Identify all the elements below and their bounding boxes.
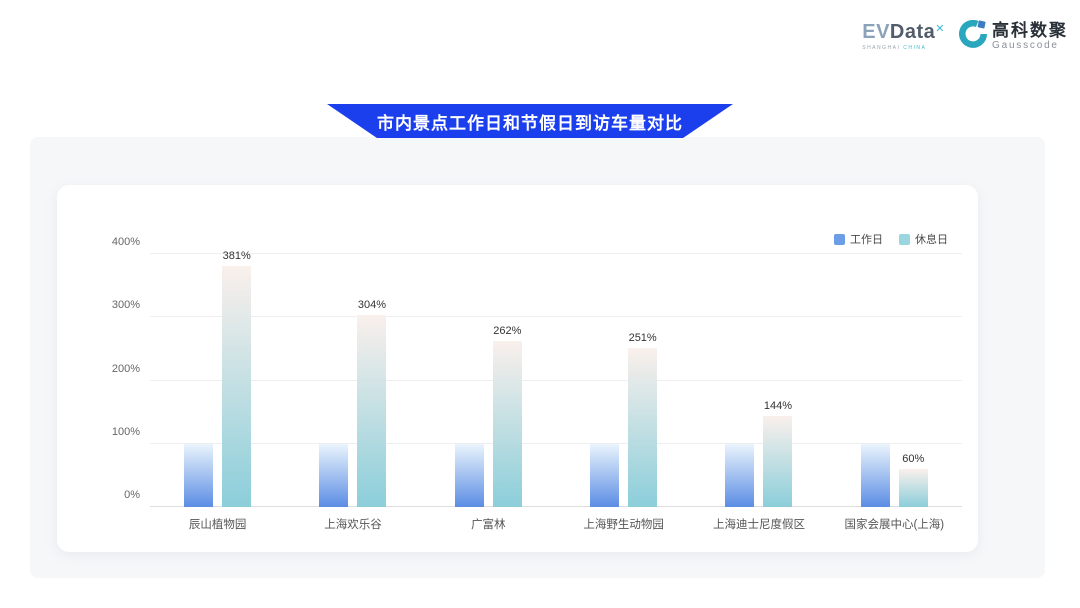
x-axis-category-label: 上海迪士尼度假区 bbox=[713, 516, 805, 532]
bar-groups: 381%辰山植物园304%上海欢乐谷262%广富林251%上海野生动物园144%… bbox=[150, 254, 962, 507]
bar-value-label: 144% bbox=[764, 400, 792, 412]
x-axis-category-label: 上海欢乐谷 bbox=[324, 516, 382, 532]
bar-value-label: 381% bbox=[223, 250, 251, 262]
gausscode-en-label: Gausscode bbox=[992, 40, 1068, 51]
bar-restday: 144% bbox=[763, 416, 792, 507]
y-axis-tick-label: 100% bbox=[80, 426, 140, 438]
bar-workday bbox=[319, 444, 348, 507]
evdata-data-text: Data bbox=[890, 21, 935, 43]
chart-card: 工作日休息日 0%100%200%300%400%381%辰山植物园304%上海… bbox=[57, 185, 978, 552]
bar-value-label: 60% bbox=[902, 453, 924, 465]
evdata-tagline-left: SHANGHAI bbox=[862, 45, 900, 51]
bar-group: 144%上海迪士尼度假区 bbox=[691, 254, 826, 507]
x-axis-category-label: 广富林 bbox=[471, 516, 506, 532]
bar-restday: 262% bbox=[493, 341, 522, 507]
bar-workday bbox=[590, 444, 619, 507]
banner-title: 市内景点工作日和节假日到访车量对比 bbox=[377, 109, 683, 134]
gausscode-text: 高科数聚 Gausscode bbox=[992, 22, 1068, 51]
bar-restday: 60% bbox=[899, 469, 928, 507]
legend-item[interactable]: 工作日 bbox=[834, 231, 883, 247]
x-axis-category-label: 国家会展中心(上海) bbox=[844, 516, 944, 532]
chart-plot: 0%100%200%300%400%381%辰山植物园304%上海欢乐谷262%… bbox=[150, 254, 962, 507]
bar-group: 251%上海野生动物园 bbox=[556, 254, 691, 507]
legend-item[interactable]: 休息日 bbox=[899, 231, 948, 247]
gausscode-g-icon bbox=[959, 20, 987, 53]
bar-restday: 251% bbox=[628, 348, 657, 507]
evdata-tagline-right: CHINA bbox=[903, 45, 926, 51]
evdata-wordmark: EVData✕ bbox=[862, 22, 945, 42]
bar-value-label: 304% bbox=[358, 299, 386, 311]
y-axis-tick-label: 400% bbox=[80, 236, 140, 248]
gausscode-cn-label: 高科数聚 bbox=[992, 22, 1068, 40]
x-axis-category-label: 上海野生动物园 bbox=[583, 516, 664, 532]
evdata-tagline: SHANGHAI CHINA bbox=[862, 45, 926, 51]
chart-legend: 工作日 休息日 bbox=[834, 231, 948, 247]
evdata-ev-text: EV bbox=[862, 21, 890, 43]
y-axis-tick-label: 0% bbox=[80, 489, 140, 501]
bar-group: 60%国家会展中心(上海) bbox=[827, 254, 962, 507]
y-axis-tick-label: 200% bbox=[80, 363, 140, 375]
bar-restday: 304% bbox=[357, 315, 386, 507]
title-banner: 市内景点工作日和节假日到访车量对比 bbox=[327, 104, 733, 138]
legend-swatch-icon bbox=[834, 234, 845, 245]
bar-value-label: 262% bbox=[493, 325, 521, 337]
bar-workday bbox=[455, 444, 484, 507]
gausscode-logo: 高科数聚 Gausscode bbox=[959, 20, 1068, 53]
bar-group: 304%上海欢乐谷 bbox=[285, 254, 420, 507]
bar-group: 262%广富林 bbox=[421, 254, 556, 507]
evdata-x-icon: ✕ bbox=[935, 23, 945, 35]
bar-restday: 381% bbox=[222, 266, 251, 507]
x-axis-category-label: 辰山植物园 bbox=[189, 516, 247, 532]
bar-workday bbox=[861, 444, 890, 507]
bar-workday bbox=[725, 444, 754, 507]
legend-swatch-icon bbox=[899, 234, 910, 245]
header-logos: EVData✕ SHANGHAI CHINA 高科数聚 Gausscode bbox=[862, 20, 1068, 53]
y-axis-tick-label: 300% bbox=[80, 299, 140, 311]
evdata-logo: EVData✕ SHANGHAI CHINA bbox=[862, 22, 945, 51]
bar-workday bbox=[184, 444, 213, 507]
bar-group: 381%辰山植物园 bbox=[150, 254, 285, 507]
legend-label: 休息日 bbox=[915, 231, 948, 247]
bar-value-label: 251% bbox=[629, 332, 657, 344]
legend-label: 工作日 bbox=[850, 231, 883, 247]
